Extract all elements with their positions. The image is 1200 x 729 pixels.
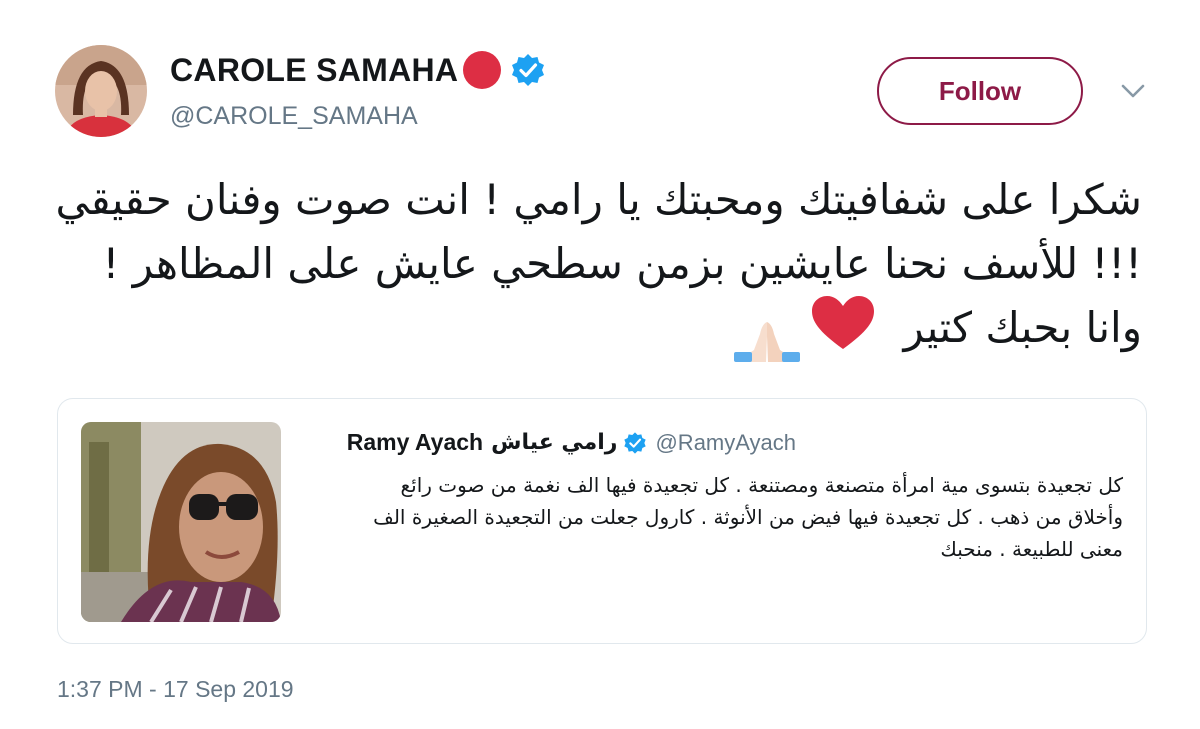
quoted-tweet-line: وأخلاق من ذهب . كل تجعيدة فيها فيض من ال… <box>373 505 1123 529</box>
author-handle[interactable]: @CAROLE_SAMAHA <box>170 102 418 131</box>
quoted-author-handle[interactable]: @RamyAyach <box>655 430 796 456</box>
verified-badge-icon <box>624 431 647 454</box>
quoted-author-name-arabic[interactable]: رامي عياش <box>491 430 617 455</box>
folded-hands-emoji <box>734 322 800 362</box>
author-avatar[interactable] <box>55 45 147 137</box>
quoted-tweet-line: معنى للطبيعة . منحبك <box>940 537 1123 561</box>
tweet-text-line: !!! للأسف نحنا عايشين بزمن سطحي عايش على… <box>102 239 1142 288</box>
tweet-timestamp[interactable]: 1:37 PM - 17 Sep 2019 <box>57 676 294 703</box>
quoted-tweet[interactable]: Ramy Ayach رامي عياش @RamyAyach كل تجعيد… <box>57 398 1147 644</box>
quoted-author-name[interactable]: Ramy Ayach <box>347 429 483 456</box>
author-name[interactable]: CAROLE SAMAHA <box>170 52 458 89</box>
quoted-tweet-photo[interactable] <box>81 422 281 622</box>
red-circle-emoji <box>463 51 502 89</box>
chevron-down-icon[interactable] <box>1120 82 1146 100</box>
red-heart-emoji <box>812 296 874 349</box>
tweet-text-line: شكرا على شفافيتك ومحبتك يا رامي ! انت صو… <box>55 175 1142 224</box>
tweet-text: شكرا على شفافيتك ومحبتك يا رامي ! انت صو… <box>42 168 1142 360</box>
quoted-tweet-line: كل تجعيدة بتسوى مية امرأة متصنعة ومصتنعة… <box>400 473 1124 497</box>
tweet-text-line: وانا بحبك كتير <box>903 303 1142 352</box>
tweet-card: CAROLE SAMAHA @CAROLE_SAMAHA Follow شكرا… <box>0 0 1200 729</box>
quoted-tweet-text: كل تجعيدة بتسوى مية امرأة متصنعة ومصتنعة… <box>293 469 1123 565</box>
verified-badge-icon <box>512 54 545 86</box>
author-name-row: CAROLE SAMAHA <box>170 50 546 90</box>
follow-button[interactable]: Follow <box>877 57 1083 125</box>
quoted-tweet-header: Ramy Ayach رامي عياش @RamyAyach <box>347 429 796 456</box>
